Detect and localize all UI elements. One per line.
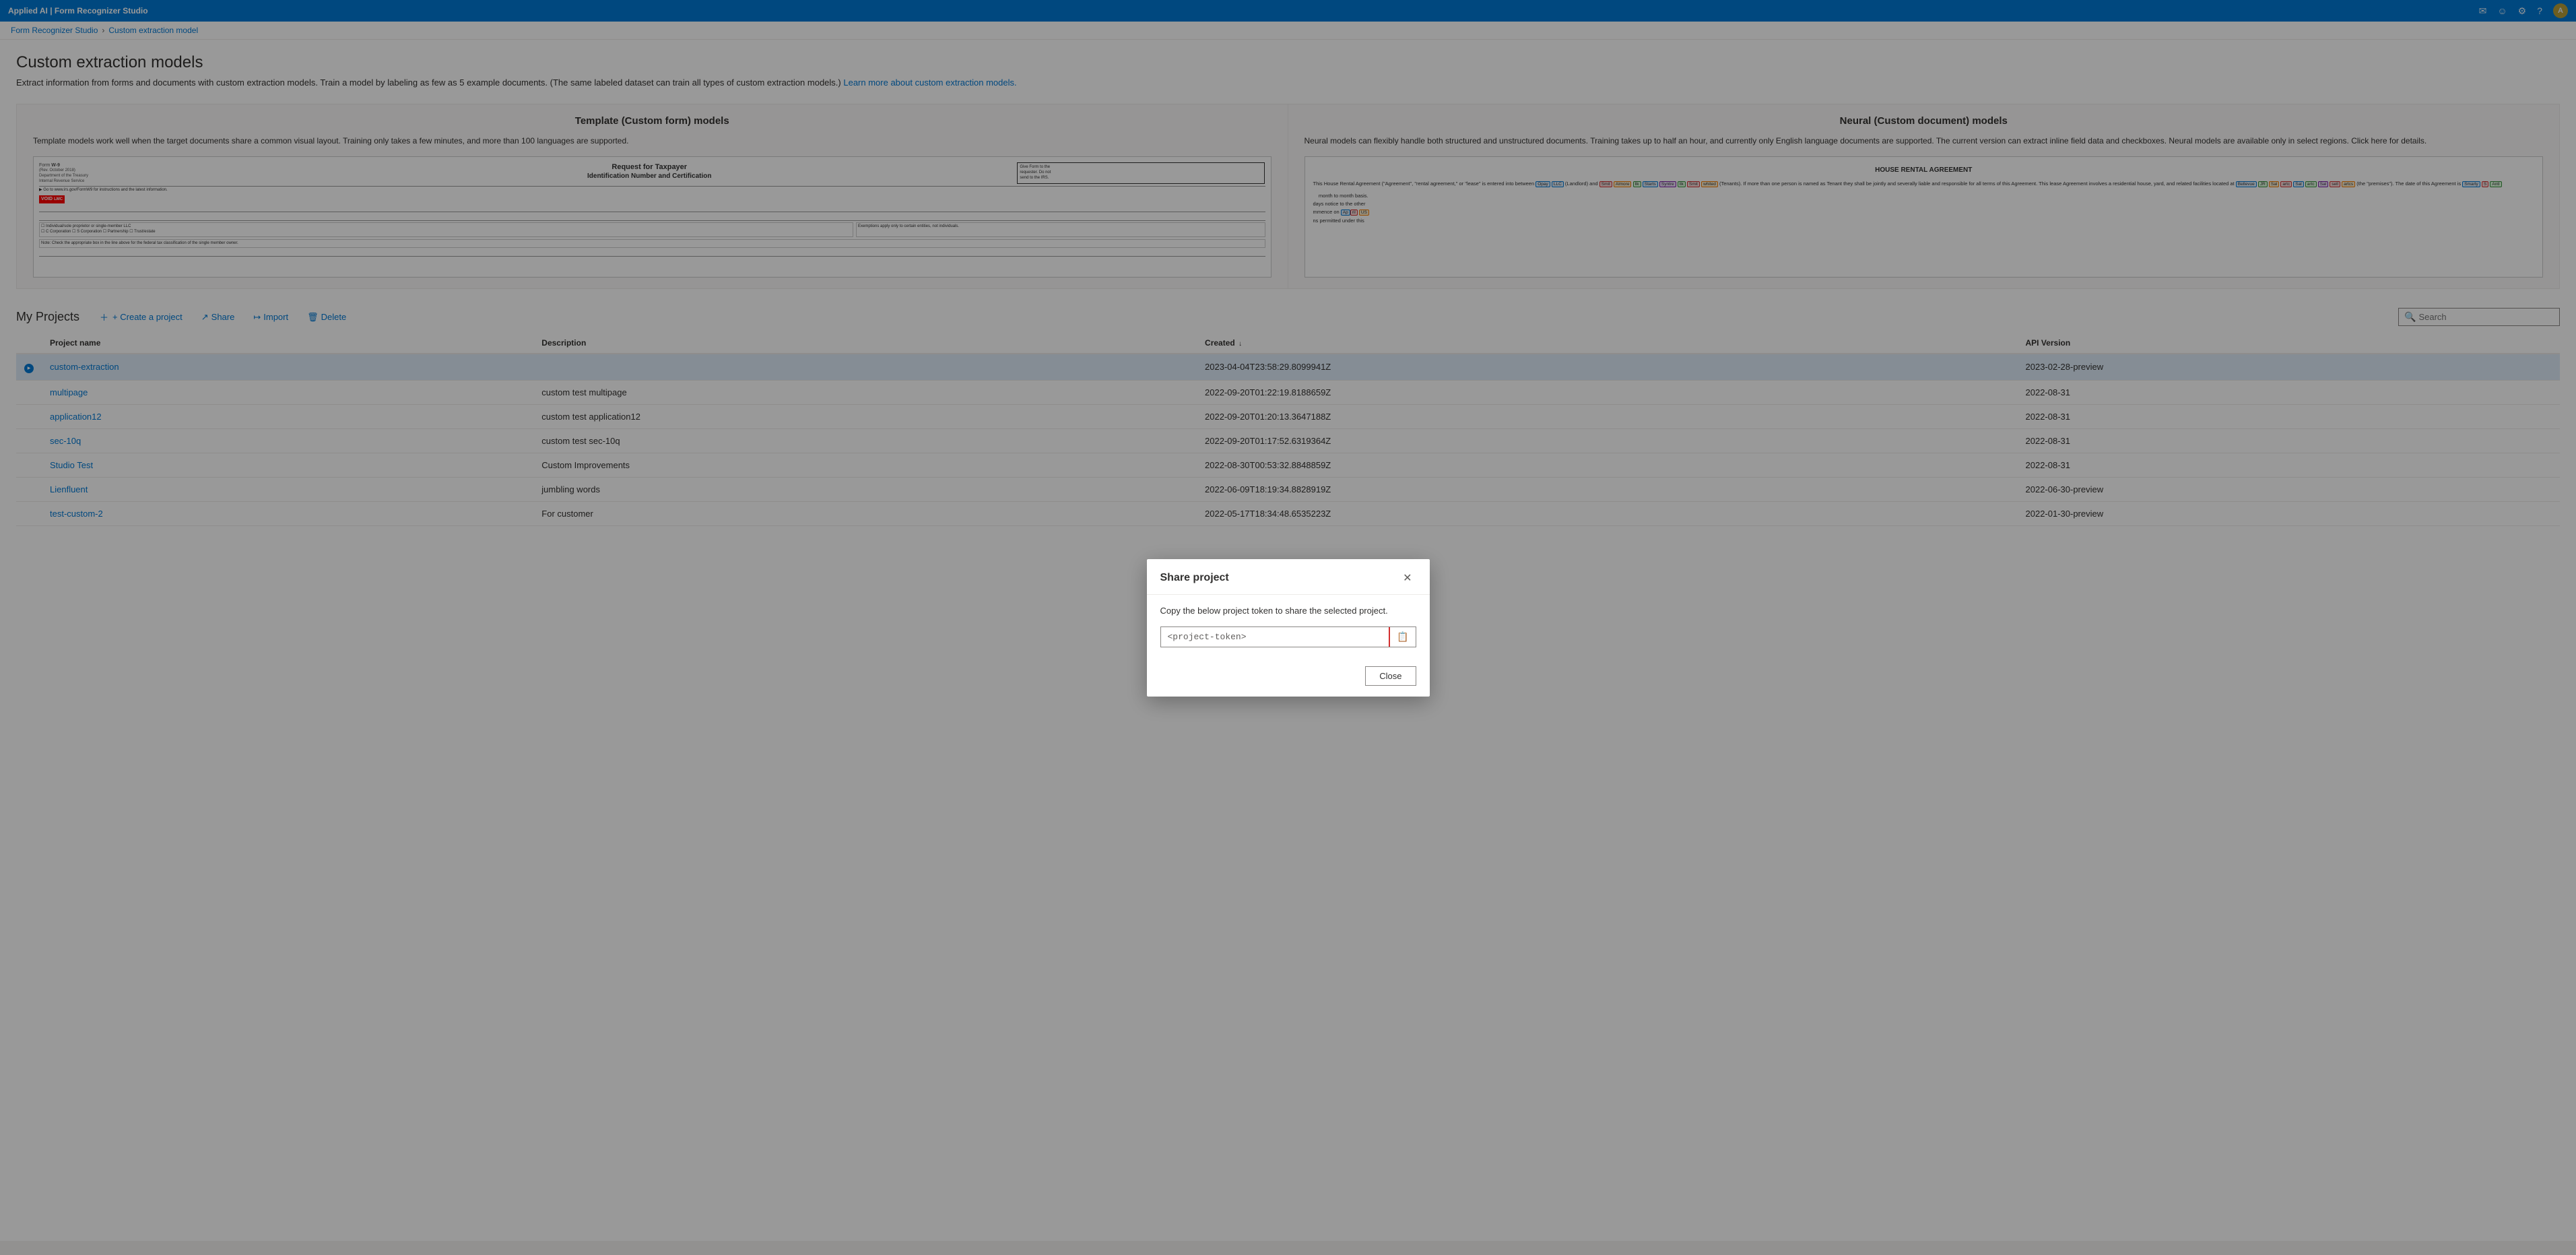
- modal-title: Share project: [1160, 572, 1229, 584]
- modal-footer: Close: [1147, 658, 1430, 697]
- modal-body: Copy the below project token to share th…: [1147, 595, 1430, 658]
- modal-header: Share project ✕: [1147, 559, 1430, 595]
- close-modal-button[interactable]: Close: [1365, 666, 1416, 686]
- share-project-modal-overlay: Share project ✕ Copy the below project t…: [0, 0, 2576, 1255]
- copy-token-button[interactable]: 📋: [1389, 627, 1415, 647]
- modal-close-button[interactable]: ✕: [1399, 570, 1416, 586]
- modal-description: Copy the below project token to share th…: [1160, 606, 1416, 616]
- token-input[interactable]: [1161, 628, 1389, 646]
- share-project-modal: Share project ✕ Copy the below project t…: [1147, 559, 1430, 697]
- copy-icon: 📋: [1397, 631, 1408, 643]
- token-row: 📋: [1160, 626, 1416, 647]
